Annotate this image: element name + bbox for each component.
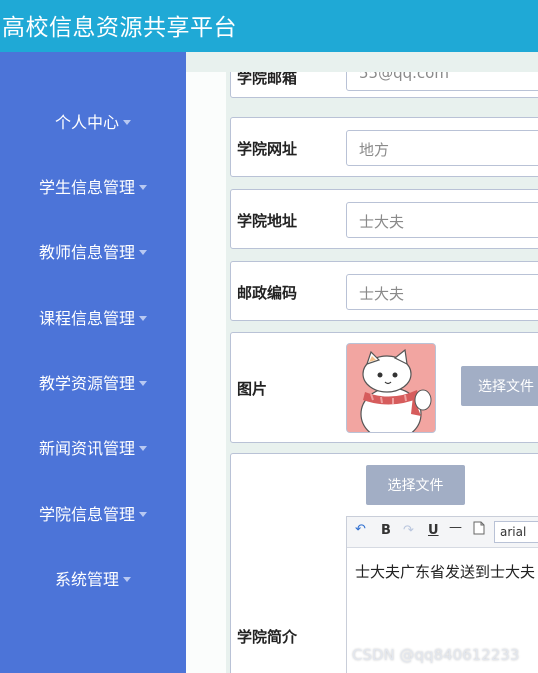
sidebar-item-profile[interactable]: 个人中心 [0, 103, 186, 139]
postcode-field[interactable]: 士大夫 [346, 274, 538, 310]
undo-icon[interactable]: ↶ [355, 522, 366, 537]
underline-button[interactable]: U [428, 523, 439, 538]
image-choose-file-button[interactable]: 选择文件 [461, 366, 538, 406]
sidebar-item-colleges[interactable]: 学院信息管理 [0, 495, 186, 531]
sidebar-item-teachers[interactable]: 教师信息管理 [0, 233, 186, 269]
sidebar-item-system[interactable]: 系统管理 [0, 560, 186, 596]
font-family-select[interactable]: arial [494, 521, 538, 543]
watermark: CSDN @qq840612233 [352, 646, 520, 664]
sidebar-item-label: 教师信息管理 [38, 243, 135, 262]
address-label: 学院地址 [237, 212, 298, 230]
website-label: 学院网址 [237, 140, 298, 158]
content-margin [186, 72, 226, 673]
sidebar-item-courses[interactable]: 课程信息管理 [0, 299, 186, 335]
email-field[interactable]: 55@qq.com [346, 72, 538, 91]
chevron-down-icon [139, 184, 147, 190]
cat-illustration [347, 344, 435, 432]
sidebar-item-label: 学院信息管理 [38, 505, 135, 524]
page-glyph [473, 521, 485, 535]
sidebar-item-news[interactable]: 新闻资讯管理 [0, 429, 186, 465]
sidebar-item-label: 课程信息管理 [38, 309, 135, 328]
intro-label: 学院简介 [237, 628, 298, 646]
main-content: 学院邮箱 55@qq.com 学院网址 地方 学院地址 士大夫 邮政编码 士大夫… [186, 72, 538, 673]
form-row-intro: 学院简介 选择文件 ↶ B ↷ U — arial 士大夫广东省发送到士大夫 [230, 453, 538, 673]
chevron-down-icon [123, 576, 131, 582]
sidebar-item-label: 教学资源管理 [38, 374, 135, 393]
website-field[interactable]: 地方 [346, 130, 538, 166]
chevron-down-icon [139, 511, 147, 517]
sidebar-item-label: 个人中心 [54, 113, 119, 132]
form-row-postcode: 邮政编码 士大夫 [230, 261, 538, 321]
image-label: 图片 [237, 380, 268, 398]
redo-icon[interactable]: ↷ [403, 523, 414, 538]
chevron-down-icon [139, 315, 147, 321]
chevron-down-icon [139, 445, 147, 451]
uploaded-image-thumbnail [346, 343, 436, 433]
chevron-down-icon [123, 119, 131, 125]
chevron-down-icon [139, 380, 147, 386]
form-row-website: 学院网址 地方 [230, 117, 538, 177]
postcode-label: 邮政编码 [237, 284, 298, 302]
form-row-email: 学院邮箱 55@qq.com [230, 72, 538, 98]
bold-button[interactable]: B [381, 523, 391, 538]
form-row-image: 图片 选择文件 [230, 332, 538, 443]
sidebar-item-label: 新闻资讯管理 [38, 439, 135, 458]
address-field[interactable]: 士大夫 [346, 202, 538, 238]
chevron-down-icon [139, 249, 147, 255]
sidebar: 个人中心 学生信息管理 教师信息管理 课程信息管理 教学资源管理 新闻资讯管理 … [0, 52, 186, 673]
editor-toolbar: ↶ B ↷ U — arial [347, 517, 538, 548]
app-title: 高校信息资源共享平台 [2, 15, 237, 41]
intro-choose-file-button[interactable]: 选择文件 [366, 465, 465, 505]
document-icon[interactable] [473, 521, 485, 539]
sidebar-item-label: 学生信息管理 [38, 178, 135, 197]
form-row-address: 学院地址 士大夫 [230, 189, 538, 249]
editor-content[interactable]: 士大夫广东省发送到士大夫 [355, 561, 535, 582]
app-header: 高校信息资源共享平台 [0, 0, 538, 52]
sidebar-item-resources[interactable]: 教学资源管理 [0, 364, 186, 400]
horizontal-rule-icon[interactable]: — [449, 520, 462, 535]
email-label: 学院邮箱 [237, 72, 298, 87]
sidebar-item-label: 系统管理 [54, 570, 119, 589]
sidebar-item-students[interactable]: 学生信息管理 [0, 168, 186, 204]
